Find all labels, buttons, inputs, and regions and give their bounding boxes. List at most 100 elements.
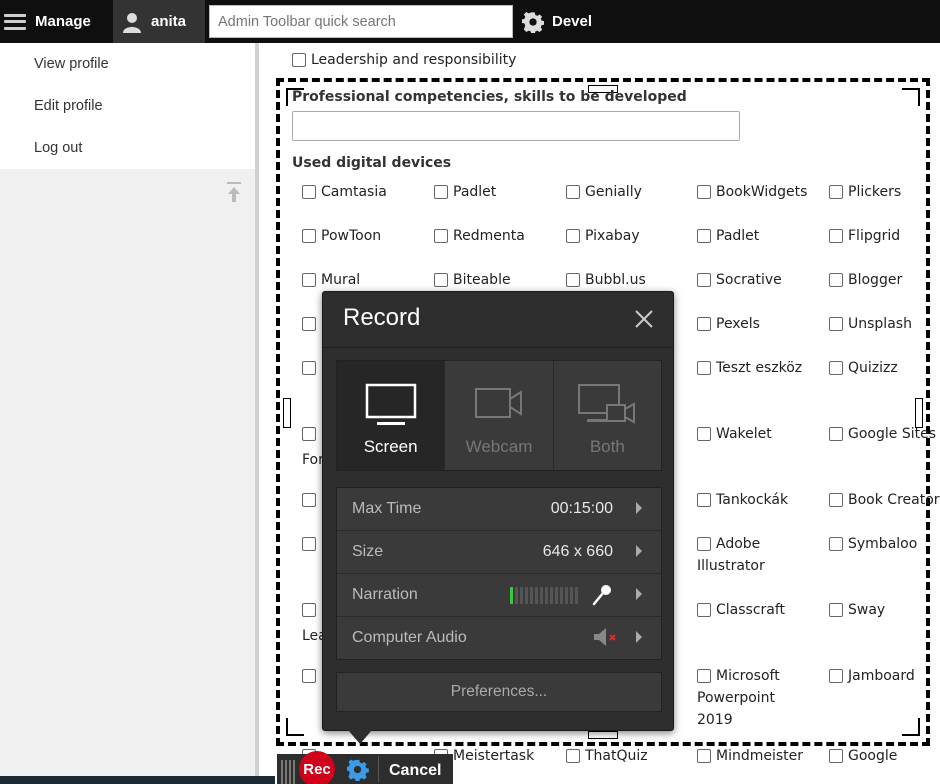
checkbox[interactable] [302,273,316,287]
device-checkbox-option[interactable]: PowToon [302,225,381,247]
device-checkbox-option[interactable]: Adobe Illustrator [697,533,807,577]
preferences-button[interactable]: Preferences... [336,672,662,712]
device-checkbox-option[interactable]: Classcraft [697,599,807,621]
drag-handle-icon[interactable] [281,760,295,784]
device-checkbox-option[interactable]: Sway [829,599,940,621]
device-checkbox-option[interactable]: Blogger [829,269,940,291]
checkbox[interactable] [292,53,306,67]
checkbox[interactable] [302,493,316,507]
edit-profile-link[interactable]: Edit profile [0,85,255,127]
checkbox[interactable] [566,229,580,243]
option-label: For [302,452,324,468]
checkbox[interactable] [829,427,843,441]
device-checkbox-option[interactable]: ThatQuiz [566,745,648,767]
device-checkbox-option[interactable]: Wakelet [697,423,807,445]
checkbox[interactable] [566,273,580,287]
checkbox[interactable] [302,229,316,243]
device-checkbox-option[interactable]: Google Sites [829,423,940,445]
admin-toolbar: Manage anita Devel [0,0,940,43]
device-checkbox-option[interactable]: Camtasia [302,181,387,203]
checkbox[interactable] [829,669,843,683]
device-checkbox-option[interactable]: Socrative [697,269,807,291]
webcam-source-button[interactable]: Webcam [445,361,554,470]
device-checkbox-option[interactable]: Bubbl.us [566,269,646,291]
device-checkbox-option[interactable]: Mural [302,269,360,291]
checkbox[interactable] [302,317,316,331]
device-checkbox-option[interactable]: Google [829,745,940,767]
resize-handle-bottom[interactable] [588,731,618,739]
device-checkbox-option[interactable]: Flipgrid [829,225,940,247]
meter-bar [550,587,553,604]
device-checkbox-option[interactable]: Padlet [434,181,496,203]
checkbox[interactable] [434,185,448,199]
log-out-link[interactable]: Log out [0,127,255,169]
device-checkbox-option[interactable]: Symbaloo [829,533,940,555]
screen-source-button[interactable]: Screen [337,361,446,470]
device-checkbox-option[interactable]: Tankockák [697,489,807,511]
checkbox[interactable] [302,185,316,199]
device-checkbox-option[interactable]: Quizizz [829,357,940,379]
checkbox[interactable] [302,361,316,375]
checkbox[interactable] [829,603,843,617]
resize-handle-left[interactable] [283,398,291,428]
device-checkbox-option[interactable]: BookWidgets [697,181,807,203]
chevron-right-icon [636,502,642,514]
gear-icon[interactable] [347,759,369,781]
admin-toolbar-search-input[interactable] [209,5,513,38]
checkbox[interactable] [829,273,843,287]
checkbox[interactable] [434,273,448,287]
device-checkbox-option[interactable]: Redmenta [434,225,525,247]
narration-row[interactable]: Narration [337,574,661,617]
checkbox[interactable] [829,185,843,199]
size-row[interactable]: Size 646 x 660 [337,531,661,574]
device-checkbox-option[interactable]: Teszt eszköz [697,357,807,379]
checkbox[interactable] [302,603,316,617]
devel-menu-button[interactable]: Devel [522,0,592,43]
user-menu-button[interactable]: anita [113,0,205,43]
checkbox[interactable] [829,749,843,763]
checkbox[interactable] [566,185,580,199]
device-checkbox-option[interactable]: Book Creator [829,489,940,511]
panel-pointer [348,730,372,744]
device-checkbox-option[interactable]: Jamboard [829,665,940,687]
checkbox[interactable] [302,427,316,441]
rec-button[interactable]: Rec [299,751,335,784]
tray-orientation-toggle-icon[interactable] [226,181,242,203]
max-time-row[interactable]: Max Time 00:15:00 [337,488,661,531]
checkbox[interactable] [566,749,580,763]
computer-audio-label: Computer Audio [352,629,467,646]
device-checkbox-option[interactable]: Unsplash [829,313,940,335]
cancel-button[interactable]: Cancel [389,762,441,780]
speaker-muted-icon[interactable] [592,627,620,647]
meter-bar [570,587,573,604]
leadership-checkbox-option[interactable]: Leadership and responsibility [292,49,516,71]
view-profile-link[interactable]: View profile [0,43,255,85]
device-checkbox-option[interactable]: Pixabay [566,225,640,247]
checkbox[interactable] [302,537,316,551]
resize-handle-top-right[interactable] [902,88,920,106]
close-icon[interactable] [633,308,655,330]
resize-handle-bottom-right[interactable] [902,718,920,736]
option-label: ThatQuiz [585,748,648,764]
device-checkbox-option[interactable]: Pexels [697,313,807,335]
device-checkbox-option[interactable]: Genially [566,181,642,203]
device-checkbox-option[interactable]: Mindmeister [697,745,807,767]
device-checkbox-option[interactable]: Plickers [829,181,940,203]
device-checkbox-option[interactable]: Microsoft Powerpoint 2019 [697,665,807,731]
checkbox[interactable] [434,229,448,243]
device-checkbox-option[interactable]: Padlet [697,225,807,247]
checkbox[interactable] [302,669,316,683]
microphone-icon[interactable] [591,583,613,607]
competencies-input[interactable] [292,111,740,141]
audio-level-meter [510,587,578,604]
manage-menu-button[interactable]: Manage [0,0,91,43]
computer-audio-row[interactable]: Computer Audio [337,617,661,660]
resize-handle-bottom-left[interactable] [286,718,304,736]
checkbox[interactable] [829,361,843,375]
checkbox[interactable] [829,493,843,507]
checkbox[interactable] [829,537,843,551]
checkbox[interactable] [829,229,843,243]
device-checkbox-option[interactable]: Biteable [434,269,511,291]
both-source-button[interactable]: Both [554,361,661,470]
checkbox[interactable] [829,317,843,331]
